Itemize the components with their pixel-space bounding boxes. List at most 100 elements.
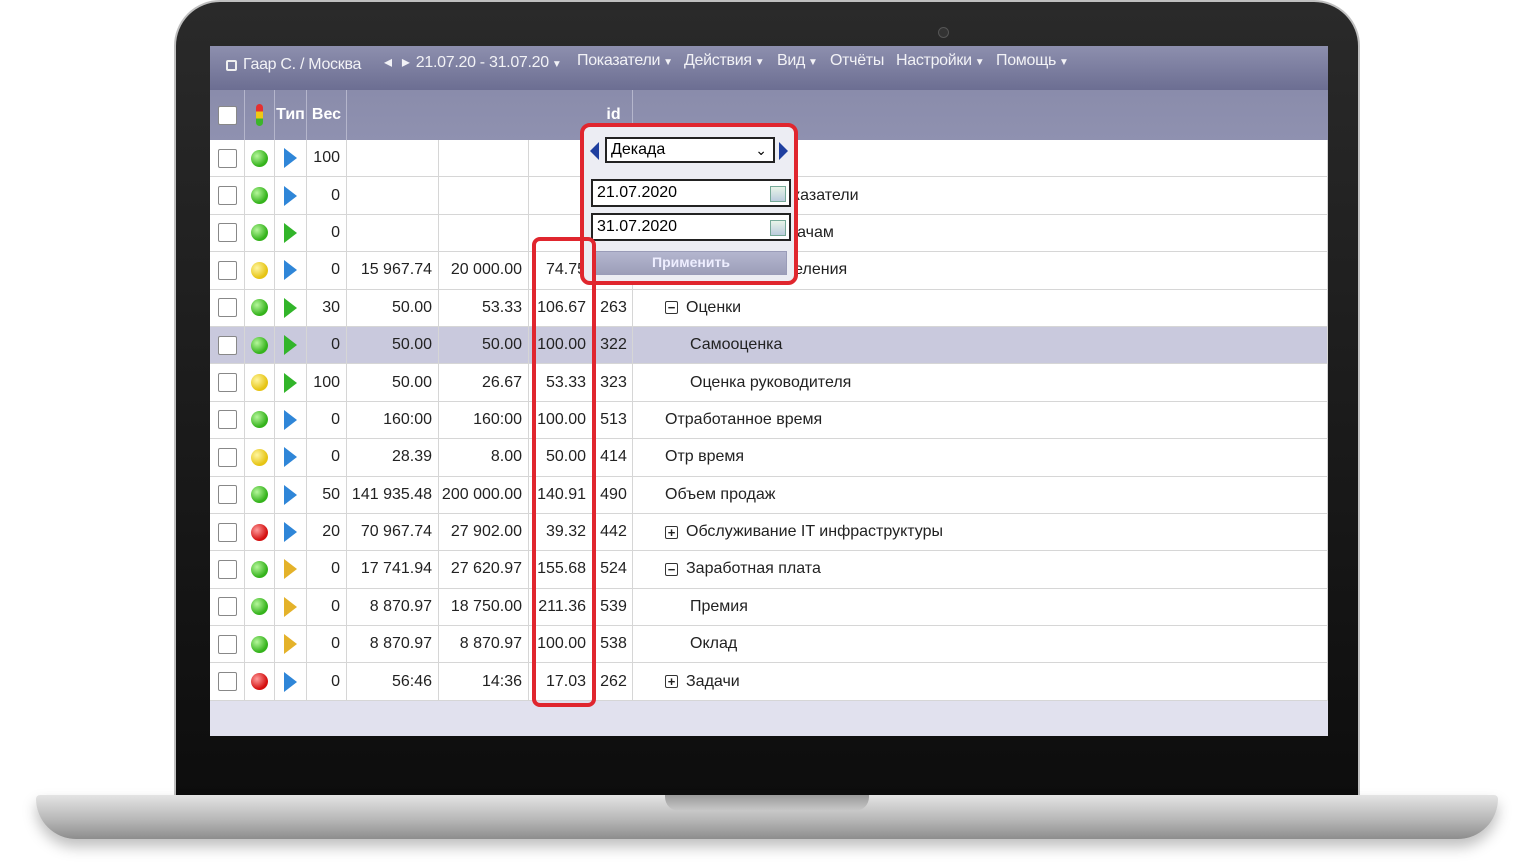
indicator-name-cell[interactable]: − Заработная плата: [633, 551, 1328, 588]
next-period-icon[interactable]: ▸: [402, 54, 410, 71]
user-location[interactable]: Гаар С. / Москва: [226, 56, 361, 74]
table-row[interactable]: 0 160:00 160:00 100.00 513 Отработанное время: [210, 401, 1328, 440]
table-row[interactable]: 0 28.39 8.00 50.00 414 Отр время: [210, 439, 1328, 477]
row-checkbox[interactable]: [217, 447, 237, 467]
fact-cell: 70 967.74: [347, 513, 439, 551]
indicator-name-cell[interactable]: + Задачи: [633, 663, 1328, 700]
collapse-icon[interactable]: −: [665, 562, 678, 576]
plan-cell: 200 000.00: [439, 476, 529, 513]
row-checkbox[interactable]: [217, 559, 237, 579]
menu-otchety[interactable]: Отчёты: [830, 52, 884, 70]
table-row[interactable]: 50 141 935.48 200 000.00 140.91 490 Объем про…: [210, 476, 1328, 514]
type-cell: [275, 439, 307, 476]
status-light-cell: [245, 588, 275, 626]
table-row[interactable]: 08 870.97 18 750.00 211.36 539 Премия: [210, 588, 1328, 627]
prev-period-arrow-icon[interactable]: [590, 142, 599, 160]
table-row[interactable]: 30 50.00 53.33 106.67 263− Оценки: [210, 289, 1328, 327]
table-row[interactable]: 0 50.00 50.00 100.00 322 Самооценка: [210, 326, 1328, 365]
row-checkbox[interactable]: [217, 522, 237, 542]
period-switcher[interactable]: ◂ ▸ 21.07.20 - 31.07.20 ▼: [384, 52, 562, 72]
type-arrow-icon[interactable]: [284, 297, 297, 318]
type-cell: [275, 252, 307, 289]
row-checkbox[interactable]: [217, 485, 237, 505]
row-select-cell: [210, 364, 245, 401]
menu-deystviya[interactable]: Действия ▼: [684, 52, 765, 70]
menu-vid[interactable]: Вид ▼: [777, 52, 818, 70]
calendar-icon[interactable]: [770, 186, 786, 202]
type-arrow-icon[interactable]: [284, 447, 297, 468]
indicator-name-cell[interactable]: Самооценка: [633, 326, 1328, 364]
column-ves[interactable]: Вес: [307, 90, 347, 140]
expand-icon[interactable]: +: [665, 675, 678, 689]
type-arrow-icon[interactable]: [284, 372, 297, 393]
weight-cell: 0: [307, 214, 347, 252]
weight-cell: 0: [307, 439, 347, 476]
prev-period-icon[interactable]: ◂: [384, 54, 392, 71]
fact-cell: 15 967.74: [347, 252, 439, 289]
percent-cell: 17.03: [529, 663, 595, 700]
select-all-checkbox[interactable]: [217, 105, 237, 125]
indicator-name-cell[interactable]: Отр время: [633, 439, 1328, 476]
menu-nastroyki[interactable]: Настройки ▼: [896, 52, 985, 70]
row-checkbox[interactable]: [217, 223, 237, 243]
indicator-name-cell[interactable]: Премия: [633, 588, 1328, 626]
percent-cell: 140.91: [529, 476, 595, 513]
indicator-name-cell[interactable]: − Оценки: [633, 289, 1328, 326]
table-row[interactable]: 20 70 967.74 27 902.00 39.32 442 + Обслуживани…: [210, 513, 1328, 552]
next-period-arrow-icon[interactable]: [779, 142, 788, 160]
fact-cell: 28.39: [347, 439, 439, 476]
table-row[interactable]: 08 870.97 8 870.97 100.00 538 Оклад: [210, 626, 1328, 664]
indicator-name: Оценки: [686, 298, 742, 316]
plan-cell: 18 750.00: [439, 588, 529, 626]
row-checkbox[interactable]: [217, 597, 237, 617]
expand-icon[interactable]: +: [665, 525, 678, 539]
type-arrow-icon[interactable]: [284, 222, 297, 243]
type-arrow-icon[interactable]: [284, 559, 297, 580]
row-checkbox[interactable]: [217, 298, 237, 318]
period-type-select[interactable]: Декада ⌄: [605, 137, 775, 163]
row-checkbox[interactable]: [217, 148, 237, 168]
collapse-icon[interactable]: −: [665, 301, 678, 315]
status-light-icon: [251, 224, 268, 242]
row-checkbox[interactable]: [217, 260, 237, 280]
row-checkbox[interactable]: [217, 672, 237, 692]
table-row[interactable]: 0 17 741.94 27 620.97 155.68 524− Заработная …: [210, 551, 1328, 589]
percent-cell: 100.00: [529, 326, 595, 364]
indicator-name: Оценка руководителя: [690, 373, 852, 391]
table-row[interactable]: 0 56:46 14:36 17.03 262 + Задачи: [210, 663, 1328, 701]
type-cell: [275, 588, 307, 626]
apply-button[interactable]: Применить: [595, 251, 787, 275]
date-to-field[interactable]: 31.07.2020: [591, 213, 791, 241]
type-arrow-icon[interactable]: [284, 409, 297, 430]
row-checkbox[interactable]: [217, 634, 237, 654]
type-arrow-icon[interactable]: [284, 335, 297, 356]
type-arrow-icon[interactable]: [284, 148, 297, 169]
menu-pomosch[interactable]: Помощь ▼: [996, 52, 1069, 70]
indicator-name-cell[interactable]: Оклад: [633, 626, 1328, 663]
plan-cell: [439, 140, 529, 177]
indicator-name-cell[interactable]: Объем продаж: [633, 476, 1328, 513]
type-arrow-icon[interactable]: [284, 596, 297, 617]
row-checkbox[interactable]: [217, 373, 237, 393]
type-arrow-icon[interactable]: [284, 260, 297, 281]
date-from-field[interactable]: 21.07.2020: [591, 179, 791, 207]
column-type[interactable]: Тип: [275, 90, 307, 140]
type-arrow-icon[interactable]: [284, 634, 297, 655]
weight-cell: 30: [307, 289, 347, 326]
table-row[interactable]: 100 50.00 26.67 53.33 323 Оценка руководителя: [210, 364, 1328, 402]
row-checkbox[interactable]: [217, 410, 237, 430]
row-checkbox[interactable]: [217, 186, 237, 206]
type-arrow-icon[interactable]: [284, 671, 297, 692]
indicator-name-cell[interactable]: Оценка руководителя: [633, 364, 1328, 401]
indicator-name-cell[interactable]: + Обслуживание IT инфраструктуры: [633, 513, 1328, 551]
row-select-cell: [210, 252, 245, 289]
row-checkbox[interactable]: [217, 335, 237, 355]
plan-cell: 26.67: [439, 364, 529, 401]
type-arrow-icon[interactable]: [284, 484, 297, 505]
calendar-icon[interactable]: [770, 220, 786, 236]
type-arrow-icon[interactable]: [284, 522, 297, 543]
type-arrow-icon[interactable]: [284, 185, 297, 206]
indicator-name-cell[interactable]: Отработанное время: [633, 401, 1328, 439]
fact-cell: 160:00: [347, 401, 439, 439]
menu-pokazateli[interactable]: Показатели ▼: [577, 52, 673, 70]
